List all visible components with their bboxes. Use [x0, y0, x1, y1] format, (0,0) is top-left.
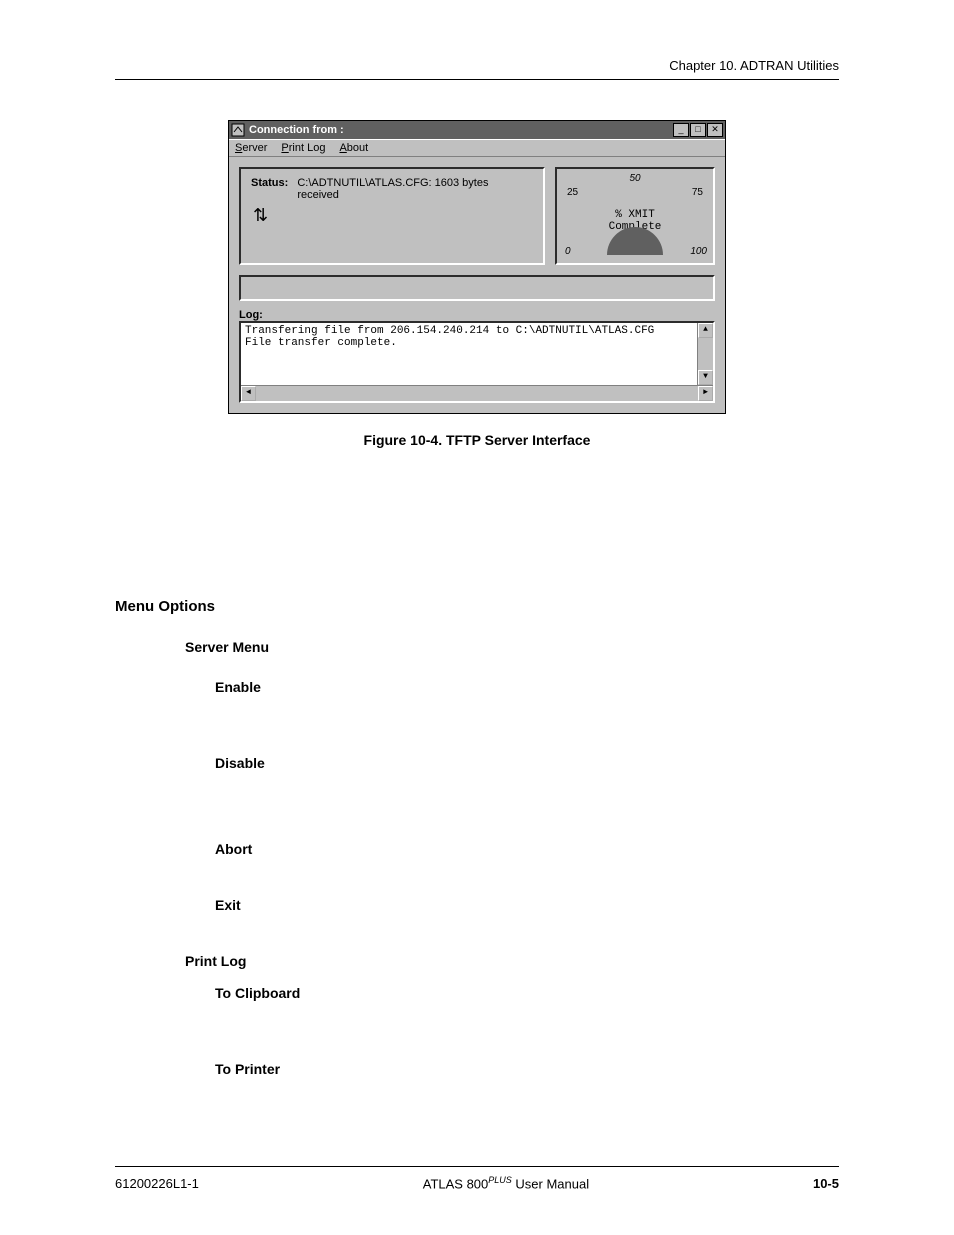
titlebar: Connection from : _ □ ✕	[229, 121, 725, 139]
status-label: Status:	[251, 177, 288, 189]
gauge-panel: 50 25 75 % XMITComplete 0 100	[555, 167, 715, 265]
log-label: Log:	[239, 309, 715, 321]
vertical-scrollbar[interactable]: ▲ ▼	[697, 323, 713, 385]
heading-print-log: Print Log	[185, 953, 839, 969]
item-enable: Enable	[215, 679, 839, 695]
item-disable: Disable	[215, 755, 839, 771]
page-footer: 61200226L1-1 ATLAS 800PLUS User Manual 1…	[115, 1166, 839, 1191]
horizontal-scrollbar[interactable]: ◄ ►	[241, 385, 713, 401]
item-exit: Exit	[215, 897, 839, 913]
scroll-right-icon[interactable]: ►	[698, 386, 713, 401]
window-title: Connection from :	[249, 124, 672, 136]
gauge-tick-50: 50	[629, 173, 640, 184]
scroll-up-icon[interactable]: ▲	[698, 323, 713, 338]
log-textarea[interactable]: Transfering file from 206.154.240.214 to…	[239, 321, 715, 403]
item-to-printer: To Printer	[215, 1061, 839, 1077]
status-text: C:\ADTNUTIL\ATLAS.CFG: 1603 bytes receiv…	[297, 177, 497, 201]
gauge-tick-0: 0	[565, 246, 571, 257]
gauge-tick-25: 25	[567, 187, 578, 198]
spacer-panel	[239, 275, 715, 301]
item-to-clipboard: To Clipboard	[215, 985, 839, 1001]
menubar: Server Print Log About	[229, 139, 725, 157]
scroll-left-icon[interactable]: ◄	[241, 386, 256, 401]
log-line-1: Transfering file from 206.154.240.214 to…	[245, 325, 654, 337]
chapter-header: Chapter 10. ADTRAN Utilities	[115, 58, 839, 73]
minimize-button[interactable]: _	[673, 123, 689, 137]
menu-print-log[interactable]: Print Log	[281, 142, 325, 154]
footer-doc-number: 61200226L1-1	[115, 1176, 199, 1191]
header-rule	[115, 79, 839, 80]
transfer-icon: ⇅	[253, 205, 268, 226]
app-icon	[231, 123, 245, 137]
tftp-window: Connection from : _ □ ✕ Server Print Log…	[228, 120, 726, 414]
figure-caption: Figure 10-4. TFTP Server Interface	[115, 432, 839, 448]
footer-title: ATLAS 800PLUS User Manual	[423, 1175, 589, 1191]
close-button[interactable]: ✕	[707, 123, 723, 137]
item-abort: Abort	[215, 841, 839, 857]
maximize-button[interactable]: □	[690, 123, 706, 137]
status-panel: Status: C:\ADTNUTIL\ATLAS.CFG: 1603 byte…	[239, 167, 545, 265]
gauge-tick-75: 75	[692, 187, 703, 198]
page-number: 10-5	[813, 1176, 839, 1191]
log-line-2: File transfer complete.	[245, 337, 397, 349]
menu-server[interactable]: Server	[235, 142, 267, 154]
scroll-down-icon[interactable]: ▼	[698, 370, 713, 385]
menu-about[interactable]: About	[339, 142, 368, 154]
heading-server-menu: Server Menu	[185, 639, 839, 655]
gauge-tick-100: 100	[690, 246, 707, 257]
heading-menu-options: Menu Options	[115, 598, 839, 615]
